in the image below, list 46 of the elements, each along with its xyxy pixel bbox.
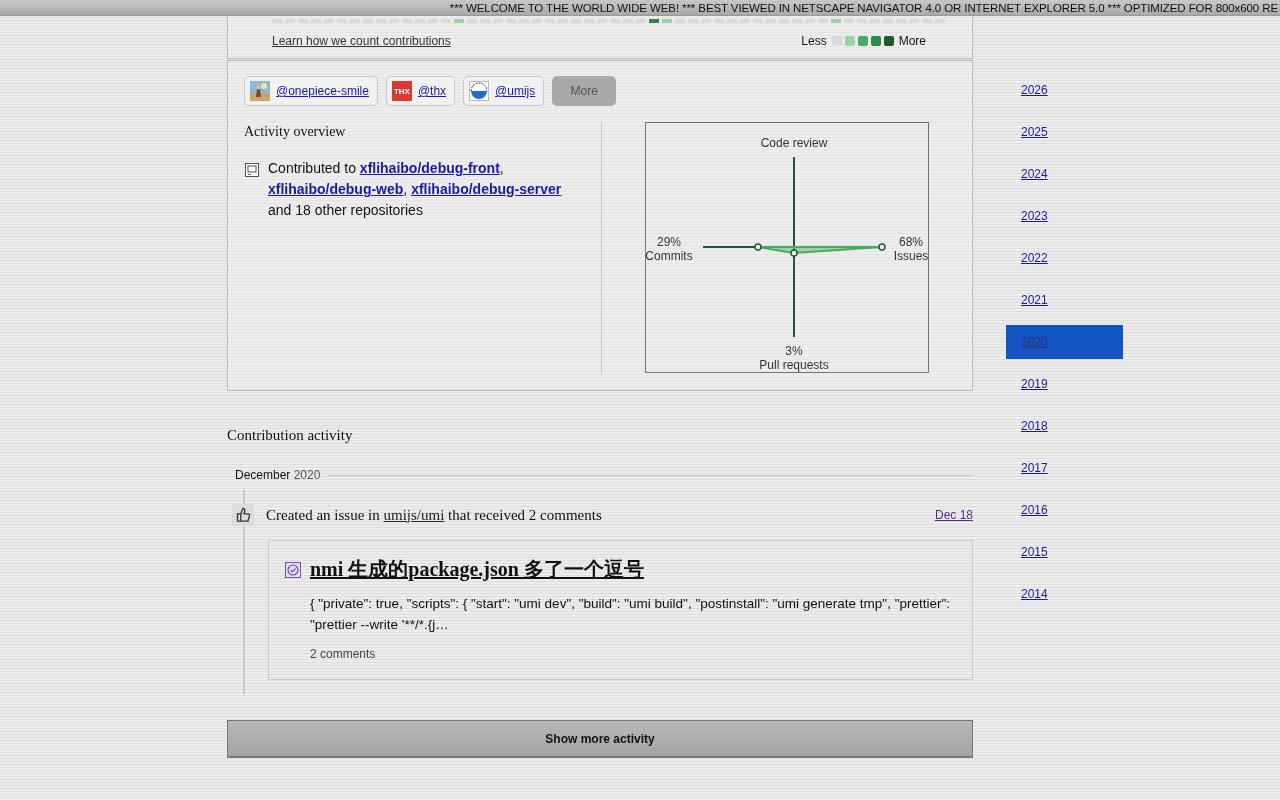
year-link[interactable]: 2023 [1006,199,1123,233]
axis-label: Pull requests [759,358,829,372]
learn-link[interactable]: Learn how we count contributions [272,34,451,48]
thx-avatar: THX [391,81,412,101]
year-link[interactable]: 2016 [1006,493,1123,527]
issue-title-link[interactable]: nmi 生成的package.json 多了一个逗号 [310,556,644,583]
axis-percent: 29% [657,235,681,249]
repository-link[interactable]: xflihaibo/debug-server [411,181,562,197]
radar-point [754,243,762,251]
repository-icon [244,162,260,178]
repository-link[interactable]: umijs/umi [383,506,445,523]
year-link[interactable]: 2021 [1006,283,1123,317]
year-link[interactable]: 2017 [1006,451,1123,485]
organization-chip[interactable]: @umijs [463,76,545,106]
check-circle-icon [285,561,301,578]
axis-label: Issues [893,249,929,263]
year-link[interactable]: 2025 [1006,115,1123,149]
month-heading: December 2020 [235,468,321,482]
show-more-button[interactable]: Show more activity [227,720,973,758]
organization-chip[interactable]: @onepiece-smile [244,76,378,106]
legend-more: More [898,34,926,48]
year-link[interactable]: 2024 [1006,157,1123,191]
marquee-text: *** WELCOME TO THE WORLD WIDE WEB! *** BEST VIEWED IN NETSCAPE NAVIGATOR 4.0 OR INTERNET EXPLORER 5.0 *** OPTIMIZED FOR 800x600 RE [449,1,1279,14]
issue-excerpt: { "private": true, "scripts": { "start": "umi dev", "build": "umi build", "postinstall": "umi generate tmp", "prettier": "prettier --write '**/*.{j… [310,595,951,634]
date-link[interactable]: Dec 18 [934,508,973,522]
section-title: Contribution activity [227,427,354,444]
year-link[interactable]: 2015 [1006,535,1123,569]
contribution-summary: Contributed to xflihaibo/debug-front, xflihaibo/debug-web, xflihaibo/debug-server and 18 other repositories [268,159,563,220]
axis-percent: 3% [785,344,803,358]
repository-link[interactable]: xflihaibo/debug-front [359,160,500,176]
thumbs-up-icon [232,504,254,526]
year-link[interactable]: 2018 [1006,409,1123,443]
legend-less: Less [801,34,827,48]
comment-count: 2 comments [310,647,377,661]
axis-label: Code review [760,136,828,150]
year-link[interactable]: 2019 [1006,367,1123,401]
organization-chip[interactable]: THX @thx [385,76,456,106]
radar-point [790,249,798,257]
section-title: Activity overview [244,124,347,140]
event-description: Created an issue in umijs/umi that received 2 comments [266,506,602,524]
year-link[interactable]: 2026 [1006,73,1123,107]
axis-label: Commits [645,249,693,263]
bowl-logo-icon [469,81,490,101]
year-link[interactable]: 2022 [1006,241,1123,275]
year-link[interactable]: 2014 [1006,577,1123,611]
axis-percent: 68% [899,235,923,249]
